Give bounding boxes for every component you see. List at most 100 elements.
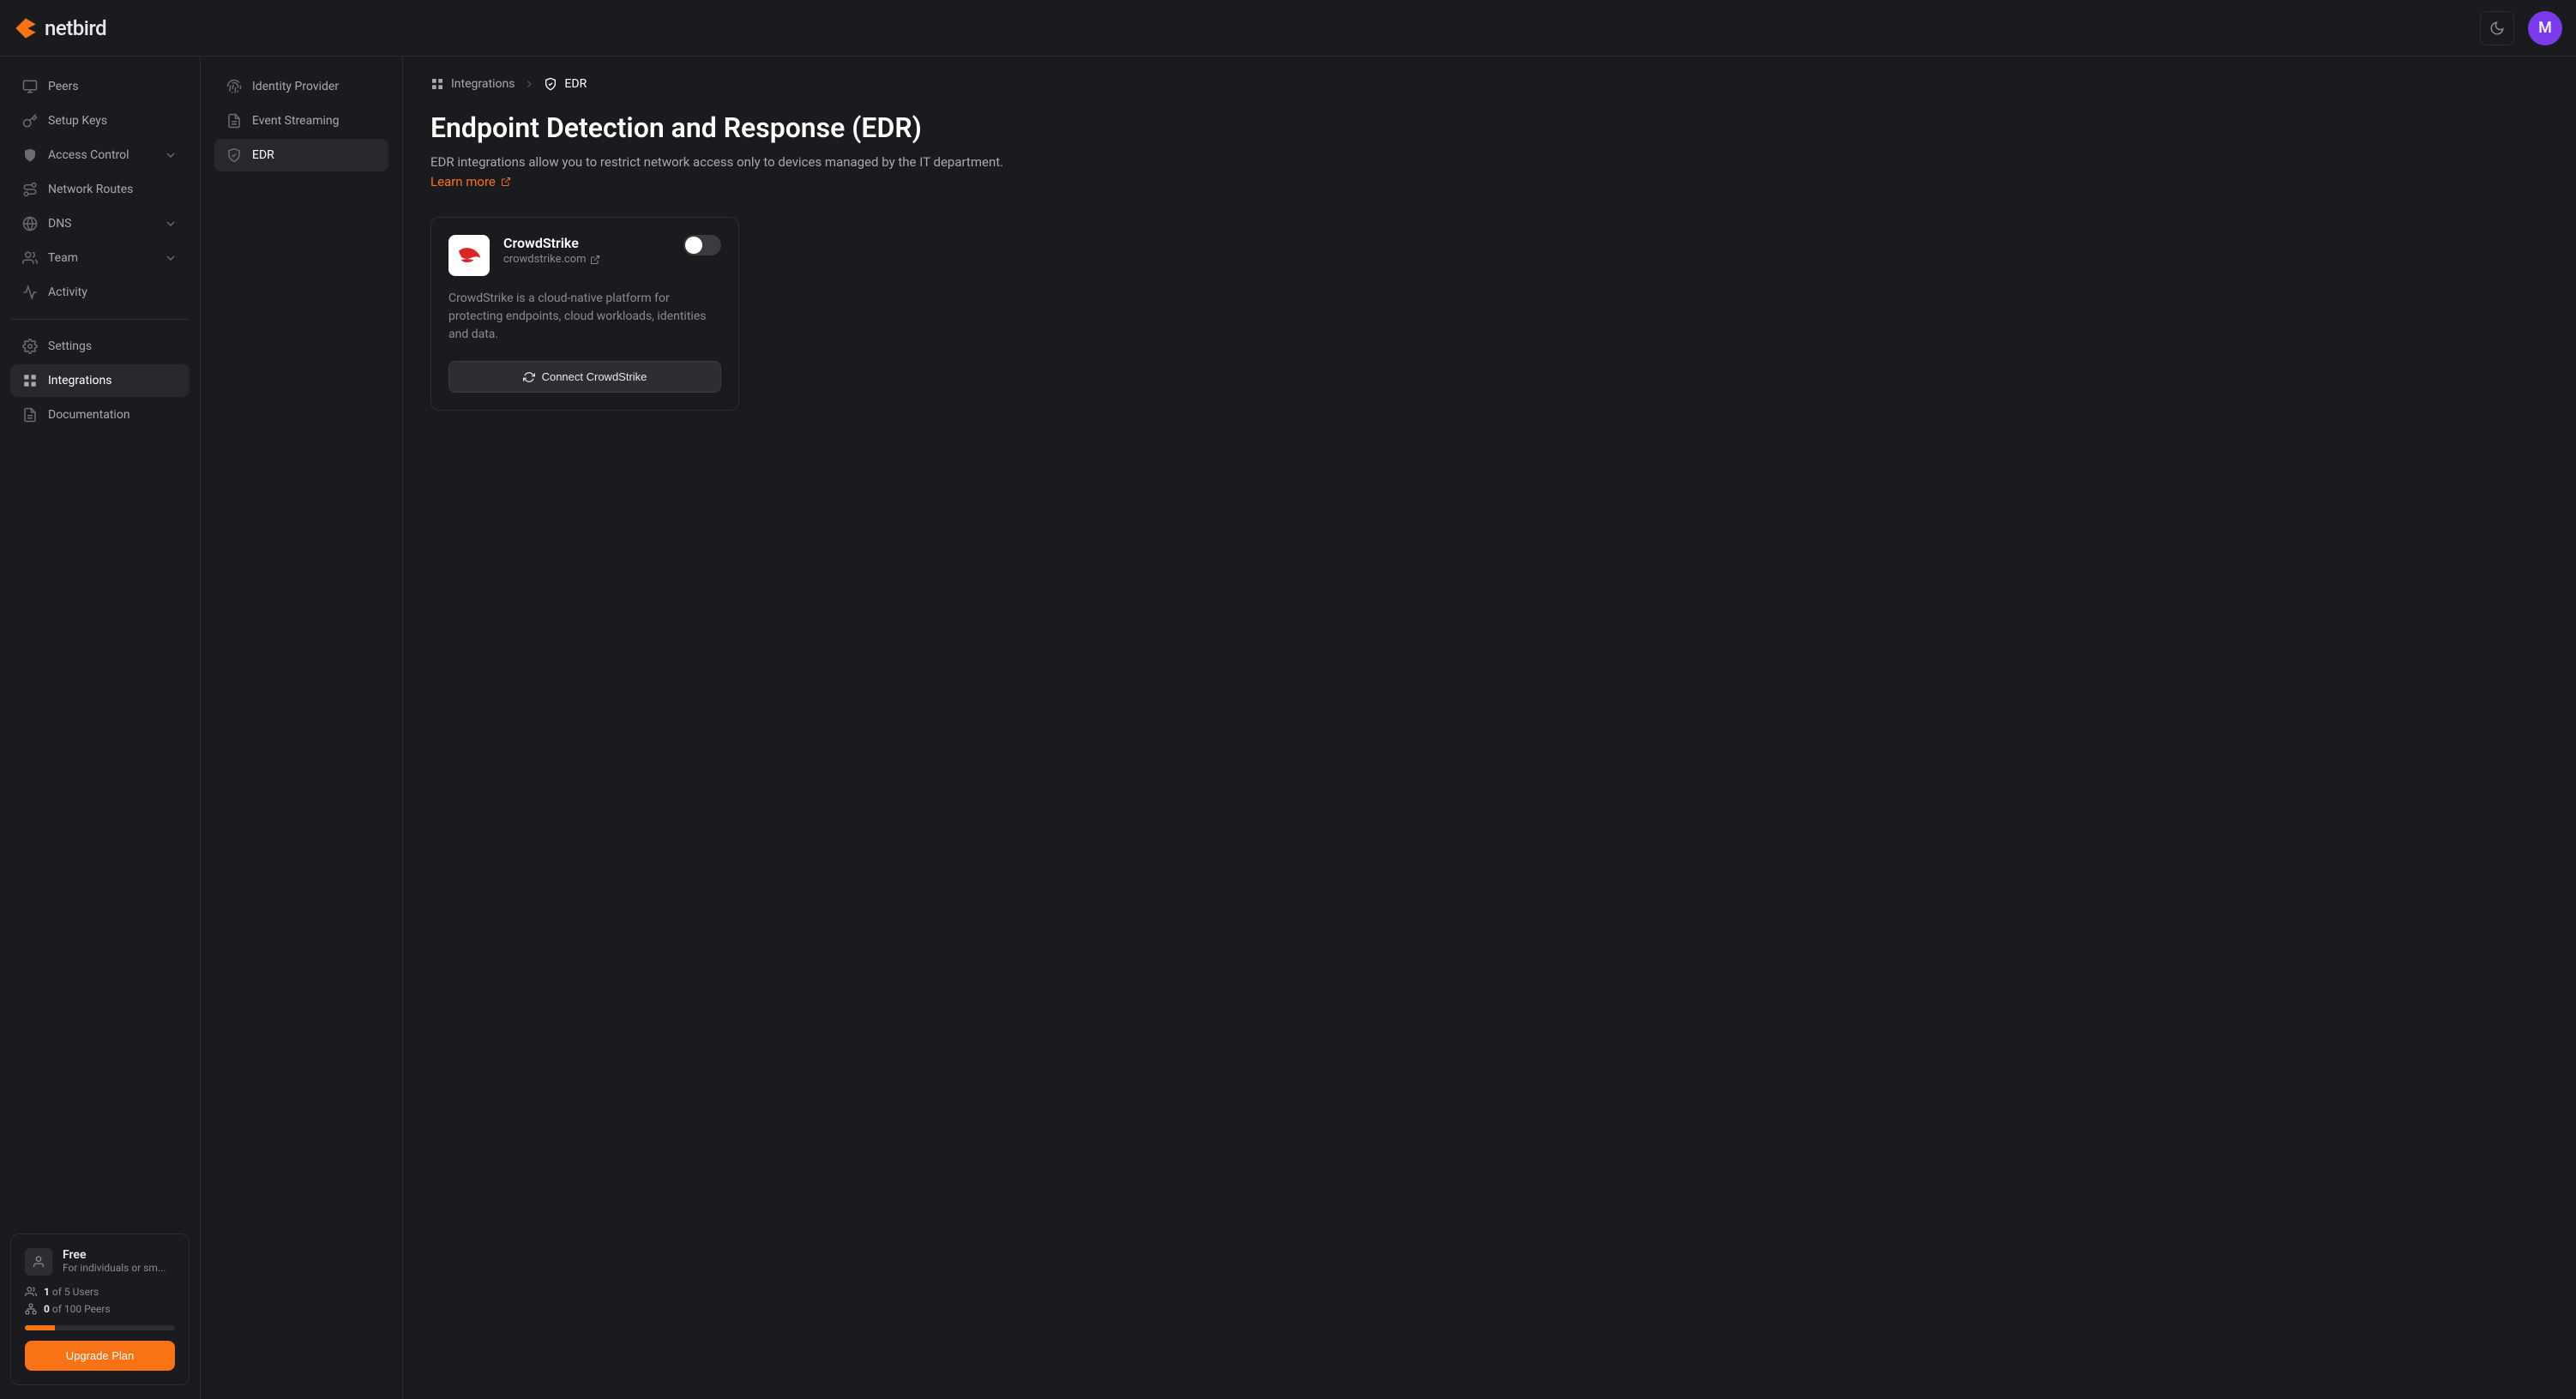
sidebar-item-integrations[interactable]: Integrations	[10, 364, 190, 397]
user-avatar[interactable]: M	[2528, 11, 2562, 45]
chevron-down-icon	[164, 251, 178, 265]
sub-nav-label: EDR	[252, 148, 274, 162]
document-icon	[22, 407, 38, 423]
breadcrumb-integrations[interactable]: Integrations	[430, 77, 515, 91]
connect-button-label: Connect CrowdStrike	[542, 370, 647, 383]
sidebar-item-settings[interactable]: Settings	[10, 330, 190, 363]
card-header: CrowdStrike crowdstrike.com	[448, 235, 721, 276]
monitor-icon	[22, 79, 38, 94]
logo[interactable]: netbird	[14, 16, 106, 40]
sub-nav-event-streaming[interactable]: Event Streaming	[214, 105, 388, 137]
fingerprint-icon	[226, 79, 242, 94]
upgrade-plan-button[interactable]: Upgrade Plan	[25, 1341, 175, 1371]
integration-url: crowdstrike.com	[503, 253, 587, 266]
sidebar-item-dns[interactable]: DNS	[10, 207, 190, 240]
sidebar-item-label: Peers	[48, 80, 79, 93]
moon-icon	[2489, 21, 2505, 36]
sidebar-item-documentation[interactable]: Documentation	[10, 399, 190, 431]
integration-name: CrowdStrike	[503, 235, 600, 251]
sub-nav-edr[interactable]: EDR	[214, 139, 388, 171]
activity-icon	[22, 285, 38, 300]
avatar-letter: M	[2538, 19, 2552, 37]
integrations-sub-sidebar: Identity Provider Event Streaming EDR	[201, 57, 403, 1399]
file-icon	[226, 113, 242, 129]
page-title: Endpoint Detection and Response (EDR)	[430, 111, 2549, 144]
sidebar-item-label: Network Routes	[48, 183, 133, 196]
sidebar-item-label: Team	[48, 251, 78, 265]
learn-more-link[interactable]: Learn more	[430, 174, 511, 189]
chevron-down-icon	[164, 148, 178, 162]
main-layout: Peers Setup Keys Access Control Network …	[0, 57, 2576, 1399]
page-description: EDR integrations allow you to restrict n…	[430, 154, 2549, 170]
sidebar-item-label: Activity	[48, 285, 87, 299]
netbird-logo-icon	[14, 16, 38, 40]
sub-nav-identity-provider[interactable]: Identity Provider	[214, 70, 388, 103]
card-title-section: CrowdStrike crowdstrike.com	[503, 235, 600, 266]
sidebar-item-label: Setup Keys	[48, 114, 107, 128]
learn-more-label: Learn more	[430, 174, 496, 189]
crowdstrike-card: CrowdStrike crowdstrike.com CrowdStrike …	[430, 217, 739, 411]
sidebar-item-label: DNS	[48, 217, 72, 231]
grid-icon	[22, 373, 38, 388]
crowdstrike-logo-icon	[455, 242, 483, 269]
breadcrumb: Integrations EDR	[430, 77, 2549, 91]
chevron-right-icon	[523, 78, 535, 90]
main-sidebar: Peers Setup Keys Access Control Network …	[0, 57, 201, 1399]
plan-name: Free	[63, 1248, 166, 1262]
app-header: netbird M	[0, 0, 2576, 57]
sidebar-item-label: Access Control	[48, 148, 129, 162]
chevron-down-icon	[164, 217, 178, 231]
sub-nav-label: Identity Provider	[252, 80, 339, 93]
key-icon	[22, 113, 38, 129]
theme-toggle-button[interactable]	[2480, 11, 2514, 45]
network-icon	[25, 1303, 37, 1315]
plan-header: Free For individuals or sm...	[25, 1248, 175, 1276]
header-actions: M	[2480, 11, 2562, 45]
shield-check-icon	[226, 147, 242, 163]
nav-items: Peers Setup Keys Access Control Network …	[10, 70, 190, 1234]
users-total: 5	[64, 1286, 70, 1298]
sidebar-item-team[interactable]: Team	[10, 242, 190, 274]
plan-info: Free For individuals or sm...	[63, 1248, 166, 1276]
integration-enable-toggle[interactable]	[683, 235, 721, 255]
usage-progress-bar	[25, 1325, 175, 1330]
integration-description: CrowdStrike is a cloud-native platform f…	[448, 290, 721, 344]
gear-icon	[22, 339, 38, 354]
sub-nav-label: Event Streaming	[252, 114, 340, 128]
refresh-icon	[523, 371, 535, 383]
sidebar-item-label: Documentation	[48, 408, 130, 422]
globe-icon	[22, 216, 38, 231]
users-icon	[25, 1286, 37, 1298]
breadcrumb-edr: EDR	[544, 77, 587, 91]
peers-total: 100	[64, 1303, 81, 1315]
peers-count: 0	[44, 1303, 50, 1315]
users-icon	[22, 250, 38, 266]
toggle-knob	[685, 237, 702, 254]
integration-url-link[interactable]: crowdstrike.com	[503, 253, 600, 266]
logo-text: netbird	[45, 16, 106, 40]
routes-icon	[22, 182, 38, 197]
nav-divider	[10, 319, 190, 320]
main-content: Integrations EDR Endpoint Detection and …	[403, 57, 2576, 1399]
shield-check-icon	[544, 77, 557, 91]
crowdstrike-logo-container	[448, 235, 490, 276]
breadcrumb-label: EDR	[564, 77, 587, 91]
user-icon	[32, 1255, 45, 1269]
sidebar-item-label: Integrations	[48, 374, 111, 387]
connect-crowdstrike-button[interactable]: Connect CrowdStrike	[448, 361, 721, 393]
sidebar-item-network-routes[interactable]: Network Routes	[10, 173, 190, 206]
external-link-icon	[501, 177, 511, 187]
plan-peers-stat: 0 of 100 Peers	[25, 1303, 175, 1315]
plan-icon-container	[25, 1248, 52, 1276]
sidebar-item-peers[interactable]: Peers	[10, 70, 190, 103]
sidebar-item-label: Settings	[48, 339, 92, 353]
sidebar-item-setup-keys[interactable]: Setup Keys	[10, 105, 190, 137]
external-link-icon	[590, 255, 600, 265]
sidebar-item-activity[interactable]: Activity	[10, 276, 190, 309]
grid-icon	[430, 77, 444, 91]
breadcrumb-label: Integrations	[451, 77, 515, 91]
users-count: 1	[44, 1286, 50, 1298]
sidebar-item-access-control[interactable]: Access Control	[10, 139, 190, 171]
plan-card: Free For individuals or sm... 1 of 5 Use…	[10, 1234, 190, 1385]
progress-fill	[25, 1325, 55, 1330]
